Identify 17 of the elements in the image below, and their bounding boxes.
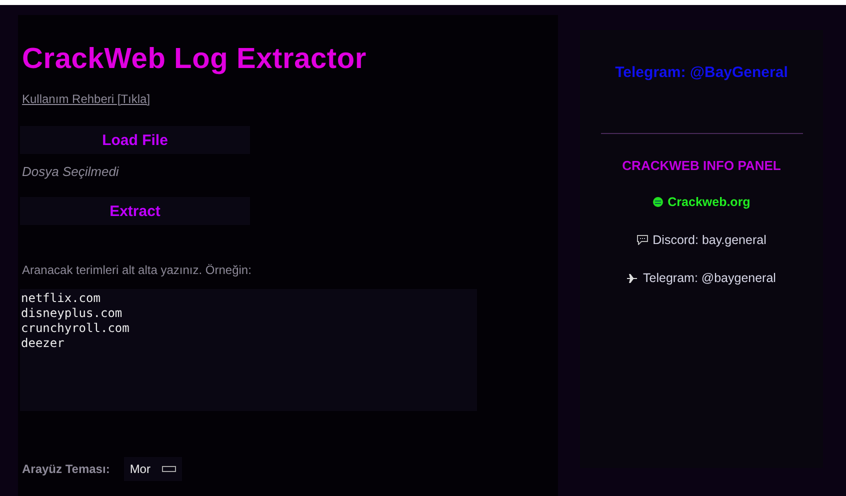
app-title: CrackWeb Log Extractor (22, 43, 368, 76)
telegram-header: Telegram: @BayGeneral (615, 64, 788, 81)
file-status: Dosya Seçilmedi (22, 164, 120, 179)
terms-field[interactable]: netflix.com disneyplus.com crunchyroll.com deezer (20, 289, 477, 411)
swatch-icon (162, 466, 176, 472)
discord-contact: Discord: bay.general (652, 233, 766, 247)
guide-link[interactable]: Kullanım Rehberi [Tıkla] (22, 92, 150, 106)
load-file-button[interactable]: Load File (20, 126, 250, 154)
telegram-contact: Telegram: @baygeneral (643, 271, 776, 285)
extract-button[interactable]: Extract (20, 197, 250, 225)
chat-bubble-icon (636, 235, 648, 245)
airplane-icon (627, 272, 638, 284)
theme-label: Arayüz Teması: (22, 462, 110, 476)
panel-title: CRACKWEB INFO PANEL (622, 158, 781, 173)
terms-hint: Aranacak terimleri alt alta yazınız. Örneğin: (22, 263, 252, 277)
web-contact: Crackweb.org (668, 195, 750, 209)
theme-select[interactable]: Mor (124, 457, 182, 481)
